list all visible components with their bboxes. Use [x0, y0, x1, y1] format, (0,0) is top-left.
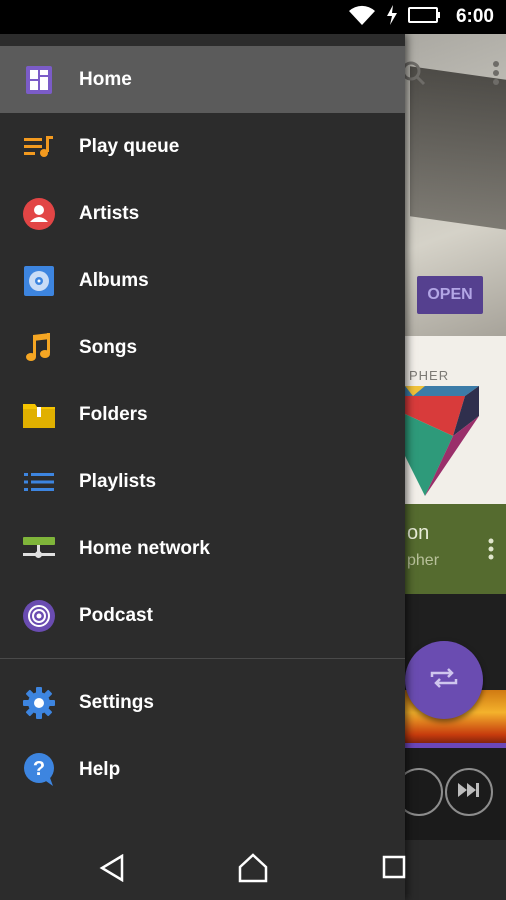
drawer-item-label: Albums	[79, 269, 149, 291]
drawer-item-help[interactable]: ? Help	[0, 736, 405, 803]
drawer-item-label: Help	[79, 758, 121, 780]
network-icon	[22, 532, 56, 566]
folder-icon	[22, 398, 56, 432]
back-icon[interactable]	[98, 854, 126, 882]
drawer-item-podcast[interactable]: Podcast	[0, 582, 405, 649]
system-nav-bar	[0, 834, 406, 900]
svg-text:?: ?	[33, 758, 45, 780]
repeat-icon	[428, 667, 460, 694]
artist-icon	[22, 197, 56, 231]
drawer-item-label: Playlists	[79, 470, 157, 492]
play-queue-icon	[22, 130, 56, 164]
music-note-icon	[22, 331, 56, 365]
album-card-info[interactable]: on pher	[405, 504, 506, 594]
album-art[interactable]: PHER	[405, 336, 506, 504]
drawer-item-albums[interactable]: Albums	[0, 247, 405, 314]
home-icon	[22, 63, 56, 97]
drawer-item-artists[interactable]: Artists	[0, 180, 405, 247]
card-overflow-icon[interactable]	[487, 538, 495, 565]
diamond-art	[405, 386, 479, 496]
drawer-item-label: Folders	[79, 403, 148, 425]
drawer-divider	[0, 658, 405, 659]
album-card-subtitle: pher	[407, 552, 440, 569]
drawer-item-play-queue[interactable]: Play queue	[0, 113, 405, 180]
shuffle-button[interactable]	[405, 641, 483, 719]
battery-icon	[407, 6, 440, 28]
navigation-drawer: Home Play queue Artists Albums Songs Fol…	[0, 34, 405, 900]
next-track-button[interactable]	[445, 768, 493, 816]
home-nav-icon[interactable]	[238, 853, 268, 883]
drawer-item-label: Artists	[79, 202, 140, 224]
drawer-item-label: Songs	[79, 336, 138, 358]
drawer-item-label: Home network	[79, 537, 210, 559]
drawer-item-folders[interactable]: Folders	[0, 381, 405, 448]
app-toolbar	[400, 60, 500, 91]
player-controls	[395, 748, 506, 840]
drawer-item-songs[interactable]: Songs	[0, 314, 405, 381]
drawer-item-label: Play queue	[79, 135, 180, 157]
gear-icon	[22, 686, 56, 720]
recents-icon[interactable]	[382, 855, 406, 879]
drawer-item-home-network[interactable]: Home network	[0, 515, 405, 582]
list-icon	[22, 465, 56, 499]
charging-icon	[386, 4, 398, 30]
open-button[interactable]: OPEN	[417, 276, 483, 314]
album-icon	[22, 264, 56, 298]
drawer-item-playlists[interactable]: Playlists	[0, 448, 405, 515]
drawer-item-label: Home	[79, 68, 132, 90]
drawer-item-settings[interactable]: Settings	[0, 669, 405, 736]
wifi-icon	[348, 4, 376, 31]
overflow-menu-icon[interactable]	[492, 60, 500, 91]
status-time: 6:00	[455, 6, 494, 27]
status-bar: 6:00	[0, 0, 506, 34]
drawer-item-label: Settings	[79, 691, 154, 713]
album-art-text: PHER	[409, 368, 450, 383]
drawer-item-label: Podcast	[79, 604, 153, 626]
drawer-item-home[interactable]: Home	[0, 46, 405, 113]
hero-shadow	[410, 66, 506, 232]
skip-next-icon	[458, 782, 480, 802]
podcast-icon	[22, 599, 56, 633]
drawer-menu: Home Play queue Artists Albums Songs Fol…	[0, 46, 405, 803]
help-icon: ?	[22, 752, 56, 787]
album-card-title: on	[407, 522, 430, 544]
